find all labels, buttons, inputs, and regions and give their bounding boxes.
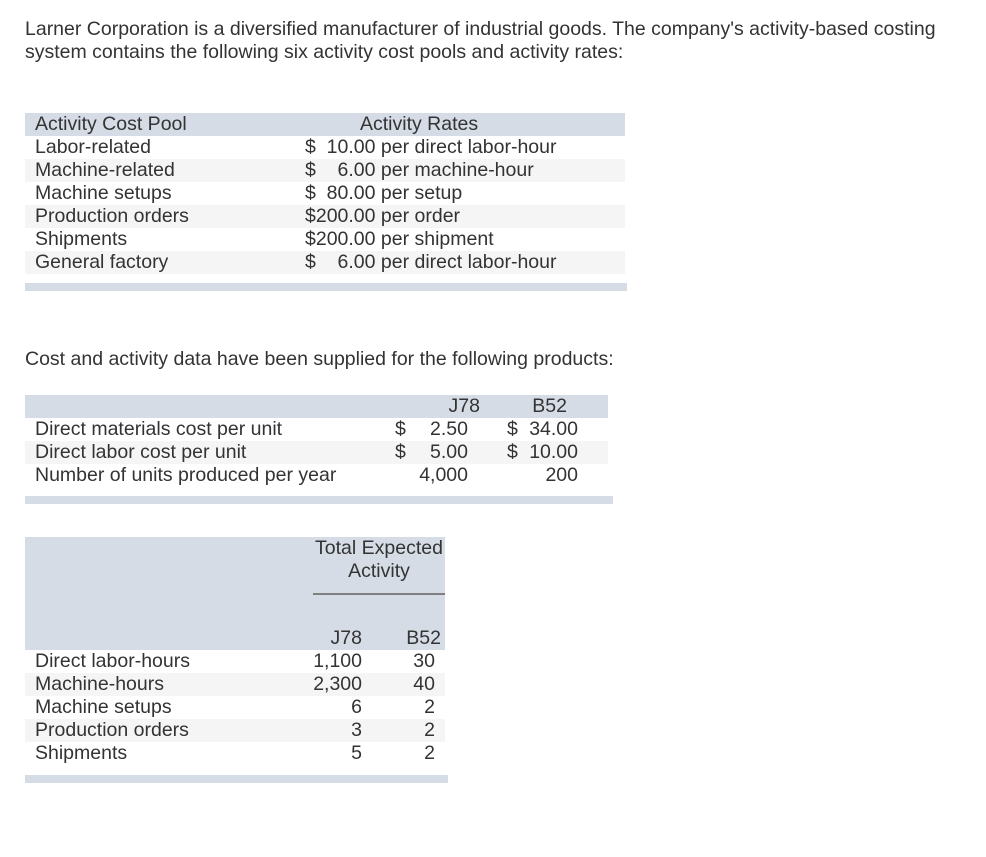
pool-name: General factory [35, 251, 169, 273]
header-activity-rates: Activity Rates [360, 113, 479, 135]
j78-value: 2,300 [313, 673, 362, 695]
table-header-block: Total Expected Activity J78 B52 [25, 537, 445, 650]
b52-value: 30 [413, 650, 435, 672]
table-row: Labor-related $ 10.00 per direct labor-h… [25, 136, 625, 159]
pool-name: Machine-related [35, 159, 175, 181]
b52-value: 34.00 [529, 418, 578, 440]
b52-value: 200 [545, 464, 578, 486]
table-row: Production orders $200.00 per order [25, 205, 625, 228]
pool-rate: $ 10.00 per direct labor-hour [305, 136, 557, 158]
table-footer-bar [25, 283, 627, 291]
table-row: Production orders 3 2 [25, 719, 445, 742]
pool-rate: $200.00 per shipment [305, 228, 494, 250]
j78-value: 5.00 [430, 441, 468, 463]
pool-name: Production orders [35, 205, 189, 227]
b52-value: 2 [424, 742, 435, 764]
j78-value: 5 [351, 742, 362, 764]
group-header-rule [313, 593, 445, 595]
b52-value: 2 [424, 696, 435, 718]
table-footer-bar [25, 775, 448, 783]
table-header-row: Activity Cost Pool Activity Rates [25, 113, 625, 136]
j78-value: 4,000 [419, 464, 468, 486]
header-activity-cost-pool: Activity Cost Pool [35, 113, 187, 135]
currency-sign: $ [507, 418, 518, 440]
currency-sign: $ [395, 441, 406, 463]
row-label: Machine-hours [35, 673, 164, 695]
pool-name: Machine setups [35, 182, 172, 204]
group-header-line2: Activity [348, 560, 410, 582]
row-label: Direct labor cost per unit [35, 441, 247, 463]
table-footer-bar [25, 496, 613, 504]
table-row: Shipments $200.00 per shipment [25, 228, 625, 251]
row-label: Direct materials cost per unit [35, 418, 283, 440]
table-row: Direct labor cost per unit $ 5.00 $ 10.0… [25, 441, 608, 464]
pool-name: Shipments [35, 228, 128, 250]
group-header-line1: Total Expected [315, 537, 443, 559]
row-label: Number of units produced per year [35, 464, 337, 486]
table-row: Machine setups $ 80.00 per setup [25, 182, 625, 205]
header-j78: J78 [448, 395, 480, 417]
j78-value: 1,100 [313, 650, 362, 672]
table-row: Machine-related $ 6.00 per machine-hour [25, 159, 625, 182]
table-row: Machine setups 6 2 [25, 696, 445, 719]
currency-sign: $ [507, 441, 518, 463]
intro-paragraph: Larner Corporation is a diversified manu… [25, 18, 936, 63]
table-header-row: J78 B52 [25, 395, 608, 418]
row-label: Machine setups [35, 696, 172, 718]
pool-rate: $200.00 per order [305, 205, 461, 227]
header-b52: B52 [406, 627, 441, 649]
b52-value: 40 [413, 673, 435, 695]
j78-value: 6 [351, 696, 362, 718]
header-b52: B52 [532, 395, 567, 417]
row-label: Direct labor-hours [35, 650, 190, 672]
row-label: Production orders [35, 719, 189, 741]
b52-value: 2 [424, 719, 435, 741]
pool-rate: $ 6.00 per machine-hour [305, 159, 534, 181]
table-row: Number of units produced per year 4,000 … [25, 464, 608, 487]
b52-value: 10.00 [529, 441, 578, 463]
table-row: Direct materials cost per unit $ 2.50 $ … [25, 418, 608, 441]
group-header: Total Expected Activity [313, 537, 445, 583]
header-j78: J78 [330, 627, 362, 649]
pool-rate: $ 80.00 per setup [305, 182, 463, 204]
row-label: Shipments [35, 742, 128, 764]
currency-sign: $ [395, 418, 406, 440]
j78-value: 3 [351, 719, 362, 741]
pool-rate: $ 6.00 per direct labor-hour [305, 251, 557, 273]
j78-value: 2.50 [430, 418, 468, 440]
table-row: General factory $ 6.00 per direct labor-… [25, 251, 625, 274]
table-row: Direct labor-hours 1,100 30 [25, 650, 445, 673]
table-row: Shipments 5 2 [25, 742, 445, 765]
pool-name: Labor-related [35, 136, 151, 158]
section-text: Cost and activity data have been supplie… [25, 348, 614, 370]
table-row: Machine-hours 2,300 40 [25, 673, 445, 696]
